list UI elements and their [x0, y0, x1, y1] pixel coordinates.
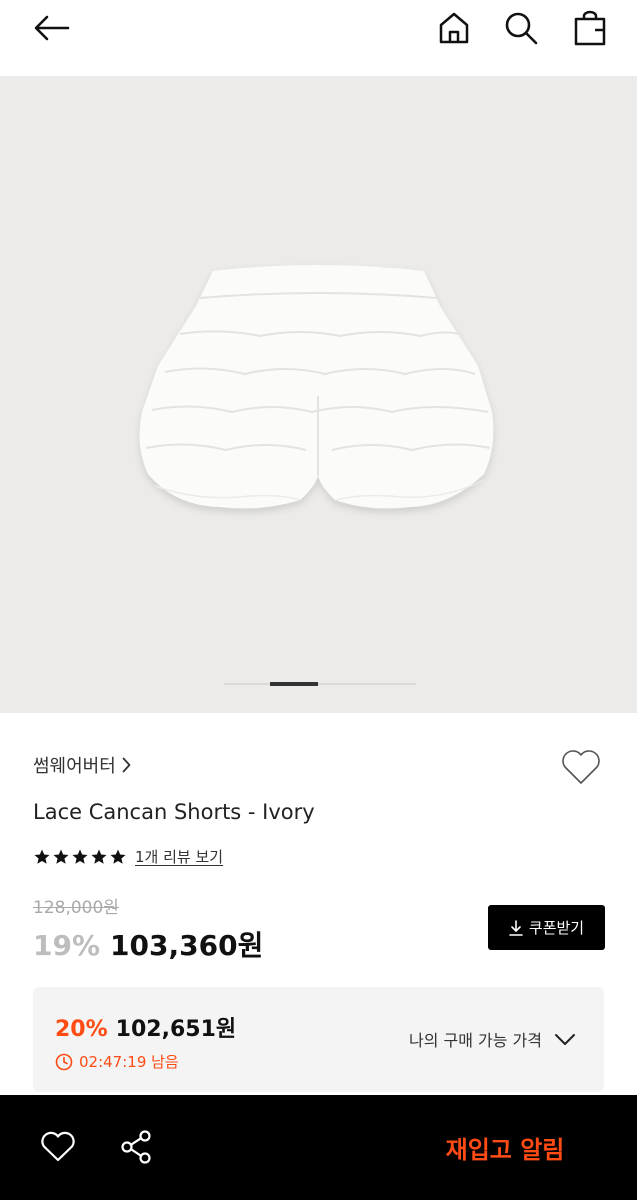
star-rating	[33, 848, 127, 866]
wishlist-heart-icon[interactable]	[558, 746, 604, 788]
gallery-indicator-active	[270, 682, 318, 686]
chevron-down-icon	[555, 1033, 575, 1045]
top-navigation-bar	[0, 0, 637, 76]
brand-link[interactable]: 썸웨어버터	[33, 752, 131, 778]
download-icon	[509, 919, 523, 936]
product-image	[139, 265, 494, 509]
countdown-text: 02:47:19 남음	[79, 1053, 179, 1071]
sale-price: 103,360원	[110, 929, 264, 962]
my-price-toggle[interactable]: 나의 구매 가능 가격	[409, 1027, 576, 1051]
gallery-indicator	[224, 682, 416, 686]
original-price: 128,000원	[33, 898, 119, 918]
star-icon	[91, 849, 107, 864]
bottom-action-bar: 재입고 알림	[0, 1095, 637, 1200]
back-arrow-icon[interactable]	[30, 6, 74, 50]
my-discount-rate: 20%	[55, 1017, 108, 1042]
my-price: 102,651원	[115, 1017, 237, 1042]
rating-row: 1개 리뷰 보기	[33, 846, 223, 867]
share-icon[interactable]	[114, 1125, 158, 1169]
brand-name: 썸웨어버터	[33, 756, 116, 777]
review-link[interactable]: 1개 리뷰 보기	[135, 846, 223, 867]
heart-icon[interactable]	[36, 1125, 80, 1169]
home-icon[interactable]	[432, 6, 476, 50]
star-icon	[110, 849, 126, 864]
star-icon	[72, 849, 88, 864]
coupon-button-label: 쿠폰받기	[528, 919, 585, 937]
product-page: 썸웨어버터 Lace Cancan Shorts - Ivory 1개 리뷰 보…	[0, 0, 637, 1200]
star-icon	[34, 849, 50, 864]
chevron-right-icon	[122, 757, 131, 773]
my-price-box[interactable]: 20% 102,651원 02:47:19 남음 나의 구매 가능 가격	[33, 987, 604, 1092]
search-icon[interactable]	[499, 6, 543, 50]
discount-rate: 19%	[33, 929, 101, 962]
price-line: 19% 103,360원	[33, 924, 263, 964]
restock-alert-button[interactable]: 재입고 알림	[420, 1129, 590, 1165]
shopping-bag-icon[interactable]	[568, 6, 612, 50]
my-price-label: 나의 구매 가능 가격	[408, 1031, 542, 1050]
my-price-line: 20% 102,651원	[55, 1011, 236, 1043]
coupon-button[interactable]: 쿠폰받기	[488, 905, 605, 950]
star-icon	[53, 849, 69, 864]
product-image-gallery[interactable]	[0, 76, 637, 713]
clock-icon	[55, 1053, 73, 1070]
countdown-timer: 02:47:19 남음	[55, 1051, 179, 1072]
product-title: Lace Cancan Shorts - Ivory	[33, 800, 315, 824]
